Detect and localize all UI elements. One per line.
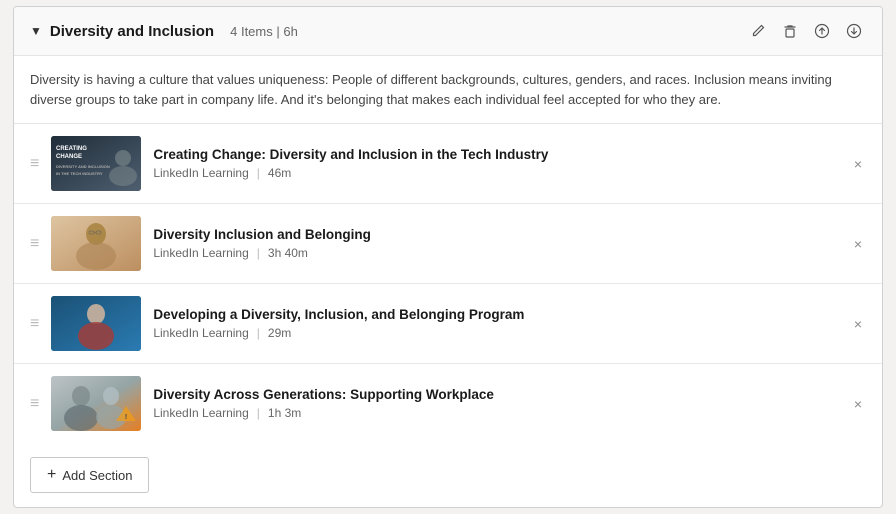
course-thumbnail xyxy=(51,296,141,351)
course-duration: 1h 3m xyxy=(268,406,301,420)
course-meta: LinkedIn Learning | 3h 40m xyxy=(153,246,837,260)
section-meta: 4 Items | 6h xyxy=(230,24,298,39)
course-provider: LinkedIn Learning xyxy=(153,166,248,180)
svg-text:!: ! xyxy=(125,414,127,421)
course-meta: LinkedIn Learning | 46m xyxy=(153,166,837,180)
course-duration: 3h 40m xyxy=(268,246,308,260)
remove-course-button[interactable]: × xyxy=(850,312,866,336)
drag-handle-icon[interactable]: ≡ xyxy=(30,156,39,172)
edit-button[interactable] xyxy=(746,19,770,43)
section-title: Diversity and Inclusion xyxy=(50,23,214,40)
course-title: Diversity Inclusion and Belonging xyxy=(153,227,837,242)
main-container: ▼ Diversity and Inclusion 4 Items | 6h xyxy=(13,6,883,508)
course-info: Diversity Across Generations: Supporting… xyxy=(153,387,837,420)
add-section-button[interactable]: + Add Section xyxy=(30,457,149,493)
move-down-button[interactable] xyxy=(842,19,866,43)
table-row: ≡ xyxy=(14,364,882,443)
plus-icon: + xyxy=(47,466,56,484)
course-thumbnail: ! xyxy=(51,376,141,431)
course-meta: LinkedIn Learning | 1h 3m xyxy=(153,406,837,420)
course-list: ≡ CREATING CHANGE DIVERSITY AND INCLUSIO… xyxy=(14,124,882,443)
meta-divider: | xyxy=(257,326,260,340)
course-title: Creating Change: Diversity and Inclusion… xyxy=(153,147,837,162)
section-header-left: ▼ Diversity and Inclusion 4 Items | 6h xyxy=(30,23,746,40)
chevron-down-icon[interactable]: ▼ xyxy=(30,24,42,38)
move-up-button[interactable] xyxy=(810,19,834,43)
table-row: ≡ CREATING CHANGE DIVERSITY AND INCLUSIO… xyxy=(14,124,882,204)
course-provider: LinkedIn Learning xyxy=(153,326,248,340)
add-section-label: Add Section xyxy=(62,468,132,483)
section-header: ▼ Diversity and Inclusion 4 Items | 6h xyxy=(14,7,882,56)
course-title: Developing a Diversity, Inclusion, and B… xyxy=(153,307,837,322)
course-info: Developing a Diversity, Inclusion, and B… xyxy=(153,307,837,340)
drag-handle-icon[interactable]: ≡ xyxy=(30,316,39,332)
table-row: ≡ xyxy=(14,204,882,284)
course-thumbnail xyxy=(51,216,141,271)
drag-handle-icon[interactable]: ≡ xyxy=(30,396,39,412)
table-row: ≡ Developing a Diver xyxy=(14,284,882,364)
meta-divider: | xyxy=(257,166,260,180)
course-provider: LinkedIn Learning xyxy=(153,246,248,260)
remove-course-button[interactable]: × xyxy=(850,232,866,256)
meta-divider: | xyxy=(257,406,260,420)
svg-text:CREATING: CREATING xyxy=(56,146,87,152)
course-meta: LinkedIn Learning | 29m xyxy=(153,326,837,340)
section-description: Diversity is having a culture that value… xyxy=(14,56,882,124)
drag-handle-icon[interactable]: ≡ xyxy=(30,236,39,252)
svg-text:IN THE TECH INDUSTRY: IN THE TECH INDUSTRY xyxy=(56,171,103,176)
delete-button[interactable] xyxy=(778,19,802,43)
course-duration: 29m xyxy=(268,326,291,340)
svg-text:CHANGE: CHANGE xyxy=(56,154,82,160)
svg-text:DIVERSITY AND INCLUSION: DIVERSITY AND INCLUSION xyxy=(56,164,110,169)
footer: + Add Section xyxy=(14,443,882,507)
remove-course-button[interactable]: × xyxy=(850,392,866,416)
course-title: Diversity Across Generations: Supporting… xyxy=(153,387,837,402)
course-duration: 46m xyxy=(268,166,291,180)
course-info: Diversity Inclusion and Belonging Linked… xyxy=(153,227,837,260)
course-thumbnail: CREATING CHANGE DIVERSITY AND INCLUSION … xyxy=(51,136,141,191)
section-actions xyxy=(746,19,866,43)
course-info: Creating Change: Diversity and Inclusion… xyxy=(153,147,837,180)
meta-divider: | xyxy=(257,246,260,260)
course-provider: LinkedIn Learning xyxy=(153,406,248,420)
remove-course-button[interactable]: × xyxy=(850,152,866,176)
